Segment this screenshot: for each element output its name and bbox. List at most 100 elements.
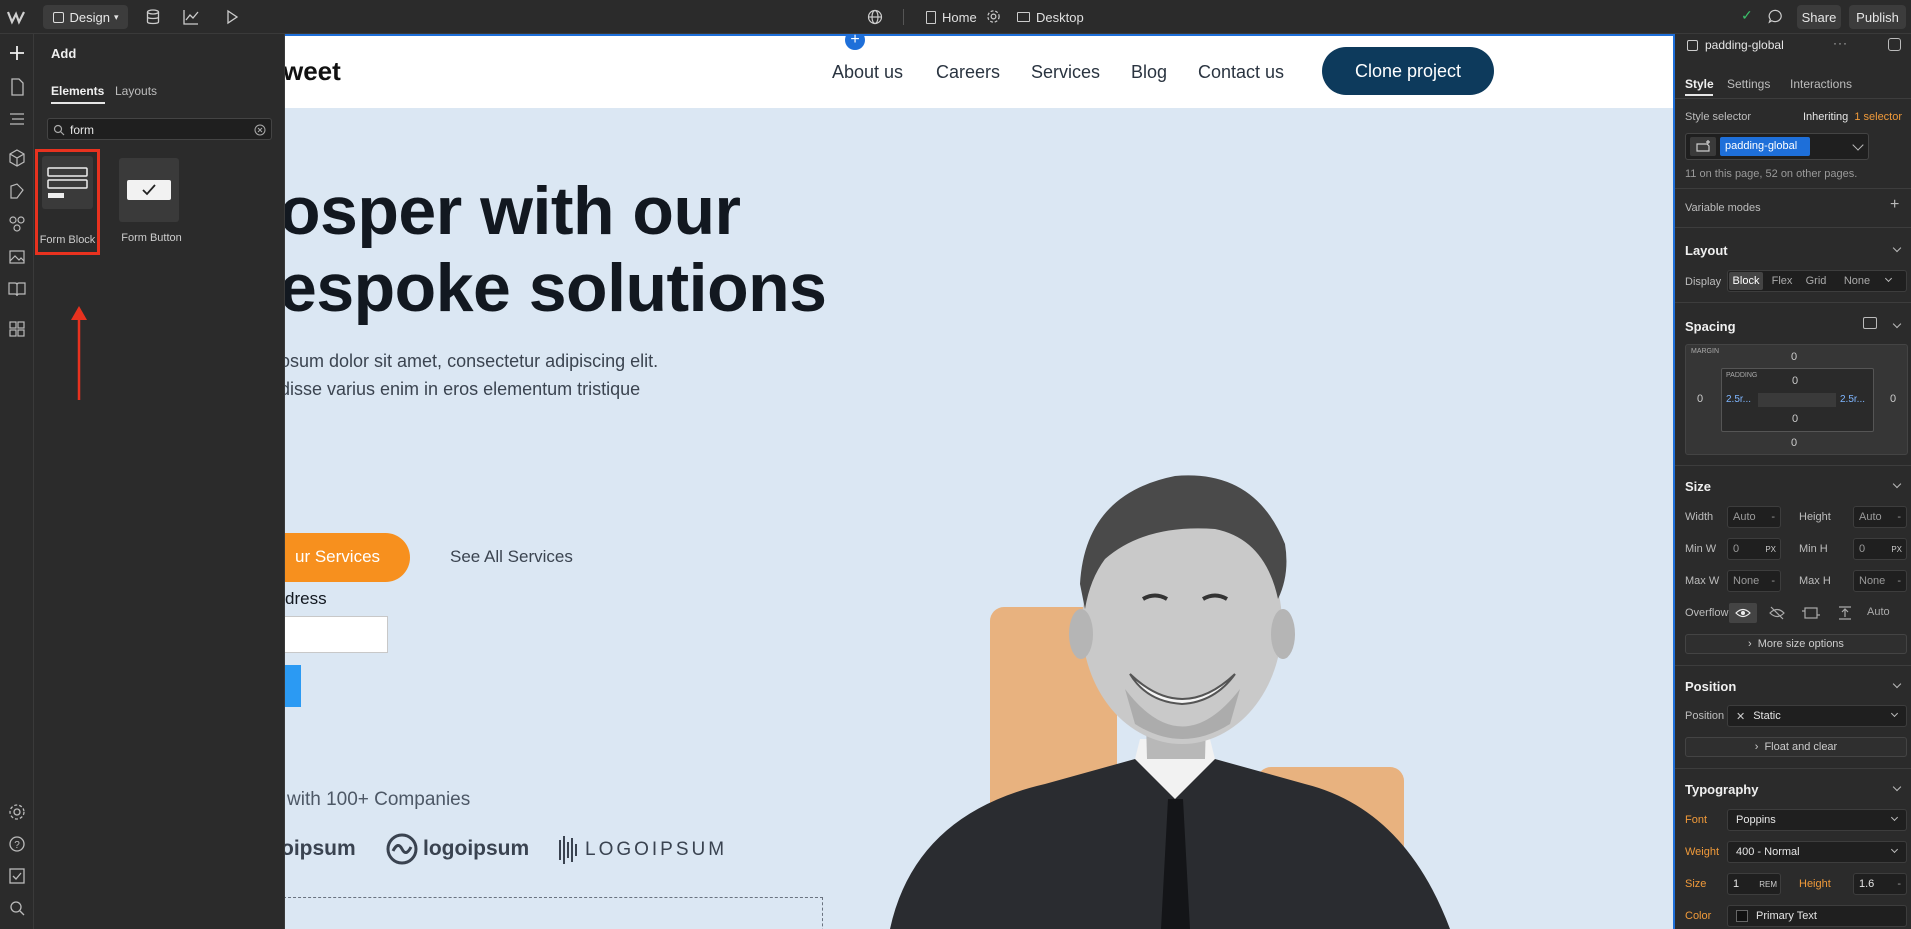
more-options-icon[interactable]: ··· [1833, 36, 1848, 50]
see-all-services-link[interactable]: See All Services [450, 547, 573, 567]
dashed-drop-area[interactable] [285, 897, 823, 929]
styles-icon[interactable] [7, 181, 27, 201]
preview-play-icon[interactable] [224, 9, 240, 25]
components-icon[interactable] [7, 148, 27, 168]
help-icon[interactable]: ? [7, 834, 27, 854]
tab-interactions[interactable]: Interactions [1790, 77, 1852, 91]
form-submit-button[interactable] [285, 665, 301, 707]
size-section-title[interactable]: Size [1685, 479, 1711, 494]
typography-collapse-icon[interactable] [1892, 782, 1902, 792]
form-text-input[interactable] [285, 616, 388, 653]
publish-button[interactable]: Publish [1849, 5, 1906, 29]
search-icon[interactable] [7, 898, 27, 918]
selector-field[interactable]: padding-global [1685, 133, 1869, 160]
min-height-unit[interactable]: PX [1891, 545, 1902, 554]
pages-icon[interactable] [7, 77, 27, 97]
width-field[interactable]: Auto - [1727, 506, 1781, 528]
margin-bottom[interactable]: 0 [1791, 437, 1797, 449]
display-chevron-down-icon[interactable] [1884, 274, 1893, 283]
height-field[interactable]: Auto - [1853, 506, 1907, 528]
page-settings-gear-icon[interactable] [986, 9, 1001, 24]
position-select[interactable]: ✕ Static [1727, 705, 1907, 727]
analytics-icon[interactable] [183, 9, 199, 25]
display-grid[interactable]: Grid [1800, 272, 1832, 290]
audit-checklist-icon[interactable] [7, 866, 27, 886]
nav-about-us[interactable]: About us [832, 62, 903, 83]
cms-icon[interactable] [146, 9, 160, 25]
spacing-preset-icon[interactable] [1863, 317, 1877, 329]
line-height-field[interactable]: 1.6 - [1853, 873, 1907, 895]
display-block[interactable]: Block [1729, 272, 1763, 290]
nav-contact-us[interactable]: Contact us [1198, 62, 1284, 83]
cms-collections-icon[interactable] [7, 279, 27, 299]
settings-gear-icon[interactable] [7, 802, 27, 822]
display-flex[interactable]: Flex [1766, 272, 1798, 290]
clone-project-button[interactable]: Clone project [1322, 47, 1494, 95]
overflow-scroll-icon[interactable] [1797, 603, 1825, 623]
globe-icon[interactable] [867, 9, 883, 25]
font-size-field[interactable]: 1 REM [1727, 873, 1781, 895]
weight-select[interactable]: 400 - Normal [1727, 841, 1907, 863]
more-size-options-button[interactable]: › More size options [1685, 634, 1907, 654]
position-section-title[interactable]: Position [1685, 679, 1736, 694]
inheriting-count[interactable]: 1 selector [1854, 111, 1902, 123]
margin-right[interactable]: 0 [1890, 393, 1896, 405]
color-field[interactable]: Primary Text [1727, 905, 1907, 927]
breakpoint-selector[interactable]: Desktop [1017, 8, 1084, 26]
tab-style[interactable]: Style [1685, 77, 1714, 91]
overflow-hidden-icon[interactable] [1763, 603, 1791, 623]
tab-elements[interactable]: Elements [51, 84, 104, 98]
position-collapse-icon[interactable] [1892, 679, 1902, 689]
clear-search-icon[interactable] [254, 123, 266, 141]
assets-icon[interactable] [7, 247, 27, 267]
display-none[interactable]: None [1838, 272, 1876, 290]
share-button[interactable]: Share [1797, 5, 1841, 29]
padding-bottom[interactable]: 0 [1792, 413, 1798, 425]
overflow-visible-eye-icon[interactable] [1729, 603, 1757, 623]
font-select[interactable]: Poppins [1727, 809, 1907, 831]
form-block-element[interactable]: Form Block [35, 149, 100, 255]
nav-blog[interactable]: Blog [1131, 62, 1167, 83]
variables-icon[interactable] [7, 214, 27, 234]
layout-section-title[interactable]: Layout [1685, 243, 1728, 258]
class-chip[interactable]: padding-global [1720, 137, 1810, 156]
margin-top[interactable]: 0 [1791, 351, 1797, 363]
site-brand[interactable]: weet [285, 56, 341, 87]
apps-icon[interactable] [7, 319, 27, 339]
margin-left[interactable]: 0 [1697, 393, 1703, 405]
min-width-field[interactable]: 0 PX [1727, 538, 1781, 560]
nav-careers[interactable]: Careers [936, 62, 1000, 83]
search-field[interactable]: form [47, 118, 272, 140]
design-canvas[interactable]: + weet About us Careers Services Blog Co… [285, 34, 1673, 929]
selector-add-icon[interactable] [1690, 137, 1716, 156]
spacing-section-title[interactable]: Spacing [1685, 319, 1736, 334]
nav-services[interactable]: Services [1031, 62, 1100, 83]
min-width-unit[interactable]: PX [1765, 545, 1776, 554]
typography-section-title[interactable]: Typography [1685, 782, 1758, 797]
max-width-field[interactable]: None - [1727, 570, 1781, 592]
font-size-unit[interactable]: REM [1759, 880, 1777, 889]
webflow-logo-icon[interactable] [6, 7, 26, 27]
our-services-button[interactable]: ur Services [285, 533, 410, 582]
size-collapse-icon[interactable] [1892, 479, 1902, 489]
form-button-element[interactable]: Form Button [115, 158, 188, 253]
component-icon[interactable] [1888, 38, 1901, 51]
overflow-clip-icon[interactable] [1831, 603, 1859, 623]
tab-layouts[interactable]: Layouts [115, 84, 157, 98]
add-variable-mode-plus-icon[interactable]: + [1890, 196, 1899, 214]
min-height-field[interactable]: 0 PX [1853, 538, 1907, 560]
padding-right[interactable]: 2.5r... [1840, 394, 1865, 405]
add-section-plus-icon[interactable]: + [845, 34, 865, 50]
layout-collapse-icon[interactable] [1892, 243, 1902, 253]
spacing-collapse-icon[interactable] [1892, 319, 1902, 329]
page-selector[interactable]: Home [926, 8, 977, 26]
design-mode-button[interactable]: Design ▾ [43, 5, 128, 29]
navigator-icon[interactable] [7, 109, 27, 129]
add-plus-icon[interactable] [7, 43, 27, 63]
tab-settings[interactable]: Settings [1727, 77, 1770, 91]
padding-top[interactable]: 0 [1792, 375, 1798, 387]
selector-chevron-down-icon[interactable] [1852, 139, 1864, 151]
comments-icon[interactable] [1768, 9, 1783, 24]
max-height-field[interactable]: None - [1853, 570, 1907, 592]
search-input[interactable]: form [70, 123, 94, 137]
